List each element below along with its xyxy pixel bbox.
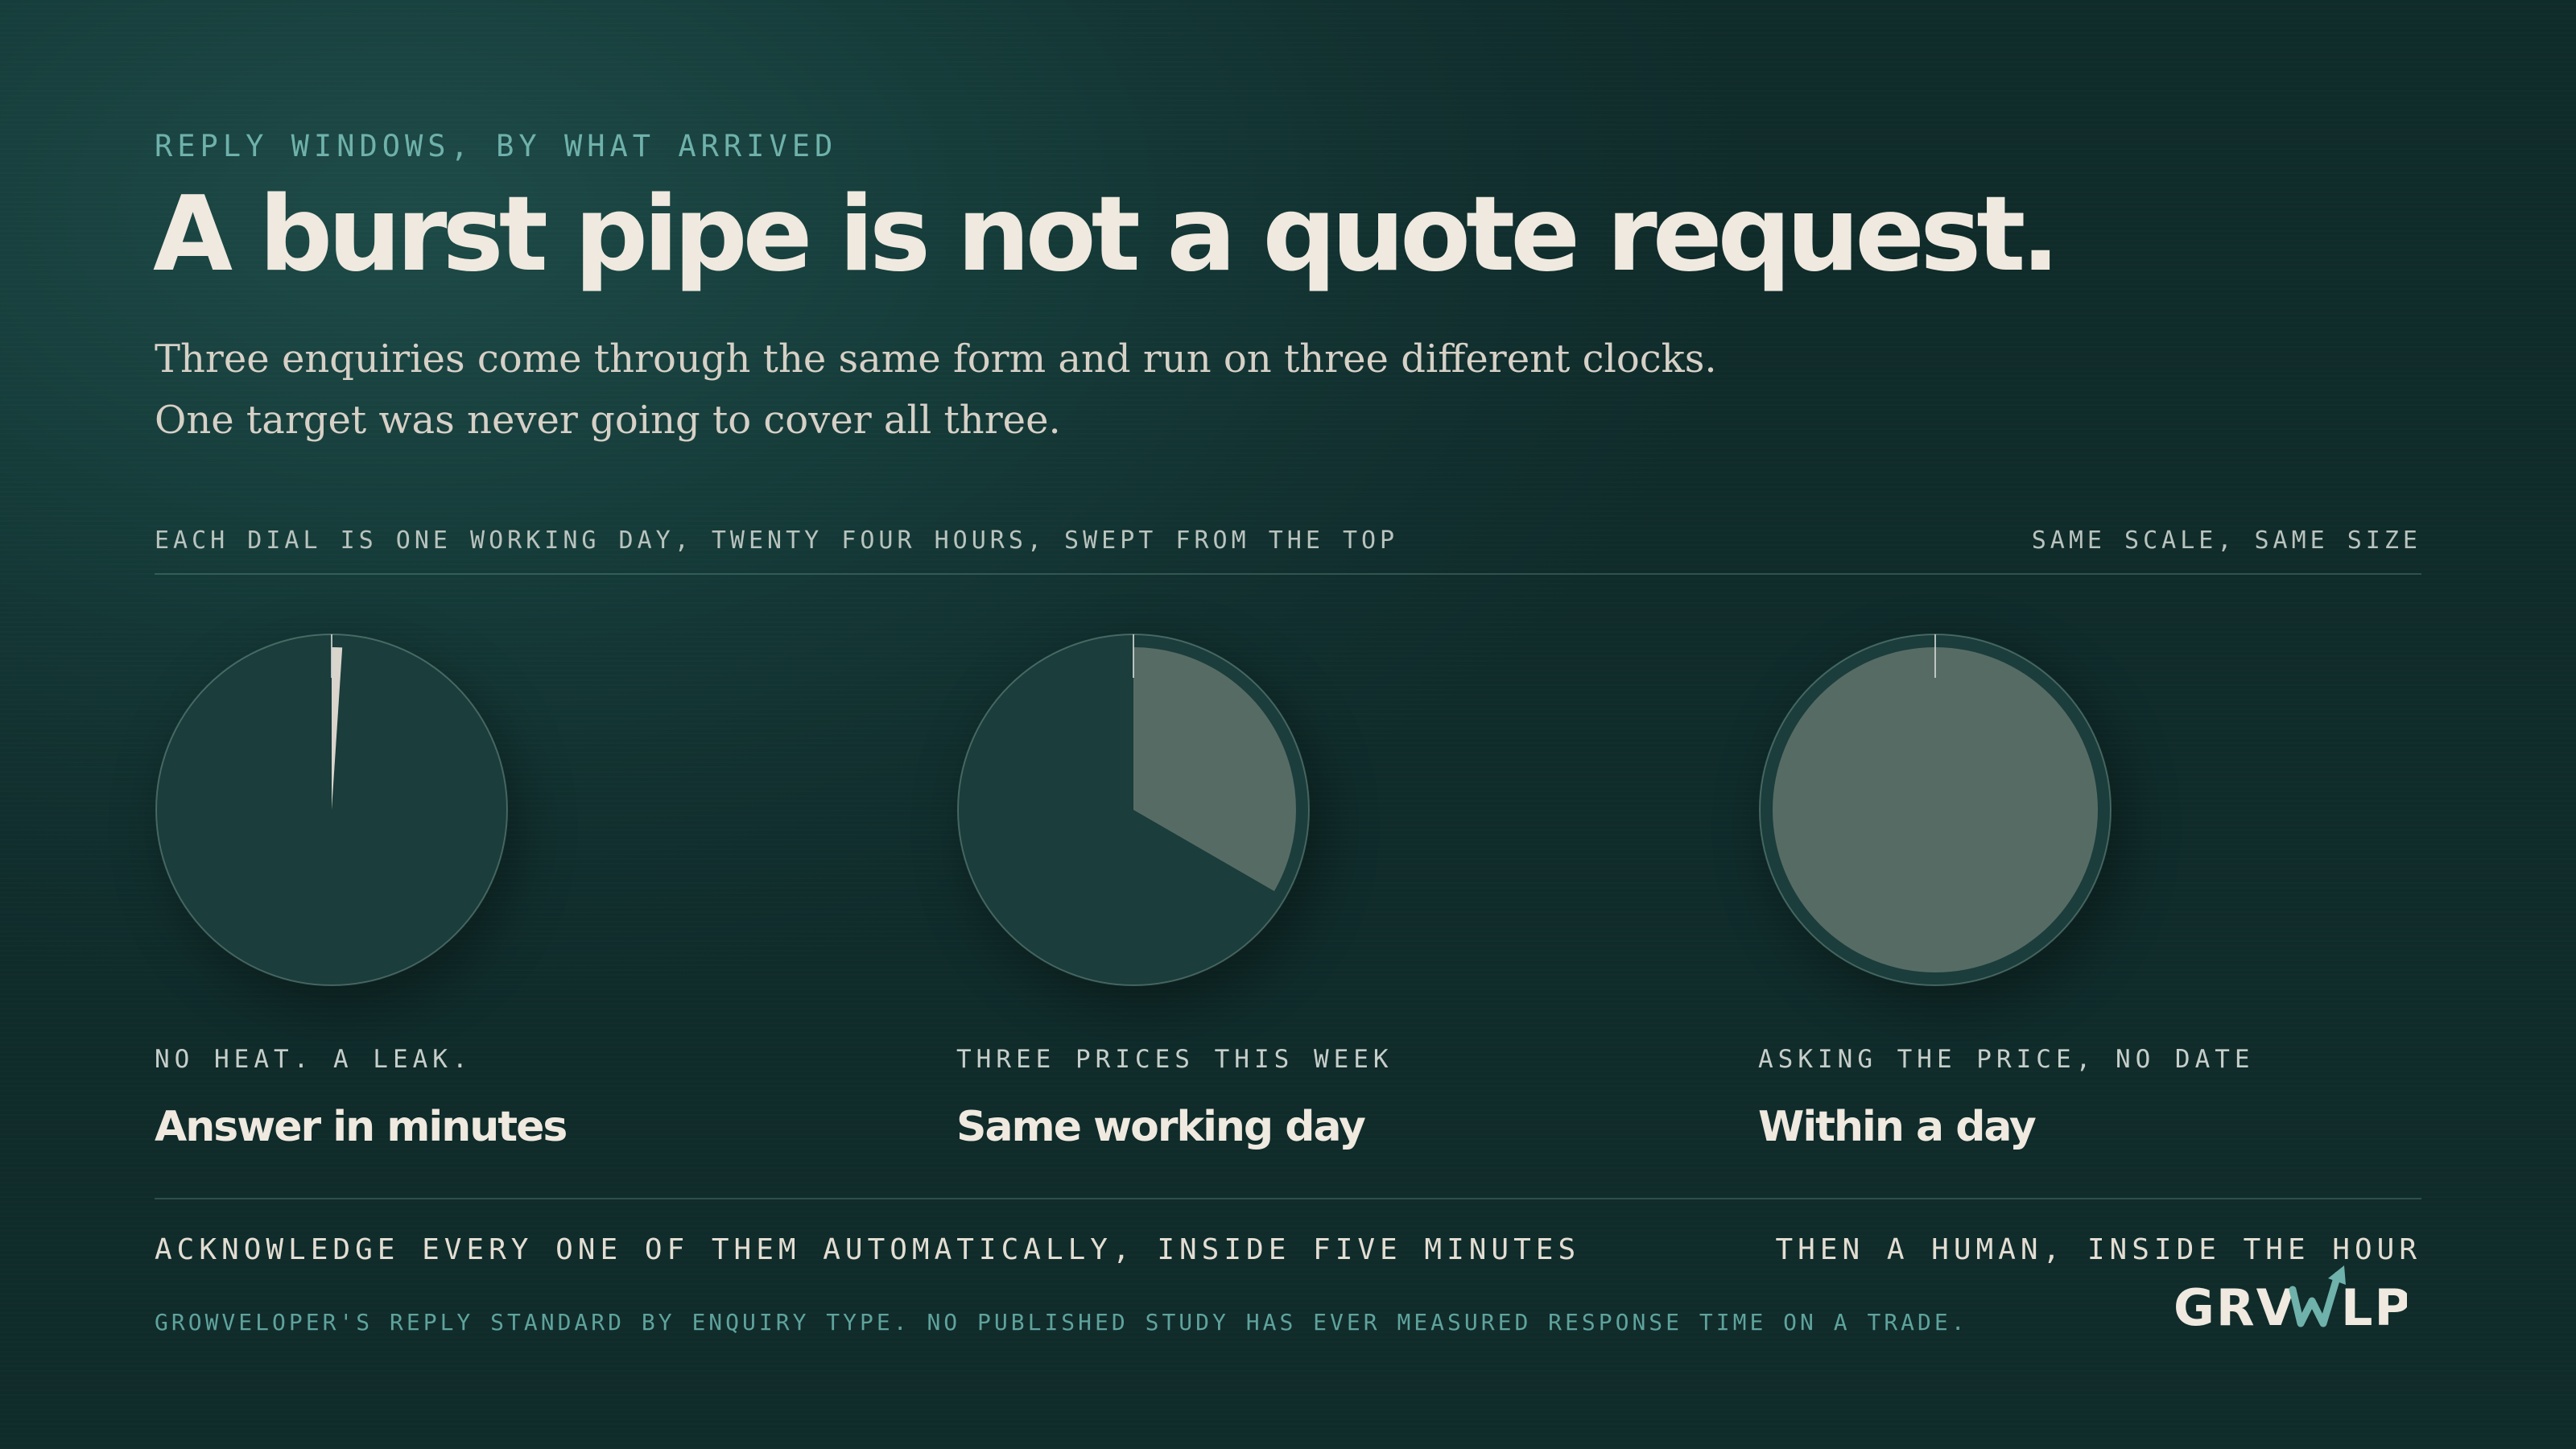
scale-note: EACH DIAL IS ONE WORKING DAY, TWENTY FOU… (155, 526, 1399, 555)
dial-tag: ASKING THE PRICE, NO DATE (1758, 1045, 2255, 1074)
page-subtitle: Three enquiries come through the same fo… (155, 336, 1717, 443)
footer-instruction-right: THEN A HUMAN, INSIDE THE HOUR (1775, 1233, 2421, 1266)
dial-block: ASKING THE PRICE, NO DATE Within a day (1758, 633, 2467, 1196)
dial-tag: NO HEAT. A LEAK. (155, 1045, 473, 1074)
footer-instruction: ACKNOWLEDGE EVERY ONE OF THEM AUTOMATICA… (155, 1233, 1581, 1266)
page-title: A burst pipe is not a quote request. (153, 175, 2060, 295)
top-divider (155, 573, 2421, 575)
dial-label: Within a day (1758, 1103, 2037, 1151)
dial-chart (957, 634, 1310, 986)
dial-block: NO HEAT. A LEAK. Answer in minutes (155, 633, 863, 1196)
dial-tag: THREE PRICES THIS WEEK (956, 1045, 1393, 1074)
eyebrow-label: REPLY WINDOWS, BY WHAT ARRIVED (155, 129, 838, 163)
svg-text:LP: LP (2341, 1278, 2407, 1337)
dial-label: Same working day (956, 1103, 1366, 1151)
bottom-divider (155, 1198, 2421, 1199)
dial-chart (155, 634, 508, 986)
growveloper-logo: GRV LP (2174, 1265, 2407, 1337)
svg-text:GRV: GRV (2174, 1278, 2297, 1337)
dial-wedge (1773, 647, 2098, 972)
dial-chart (1759, 634, 2112, 986)
source-note: GROWVELOPER'S REPLY STANDARD BY ENQUIRY … (155, 1309, 1968, 1335)
dial-block: THREE PRICES THIS WEEK Same working day (956, 633, 1665, 1196)
scale-note-right: SAME SCALE, SAME SIZE (2031, 526, 2421, 555)
dial-label: Answer in minutes (155, 1103, 568, 1151)
